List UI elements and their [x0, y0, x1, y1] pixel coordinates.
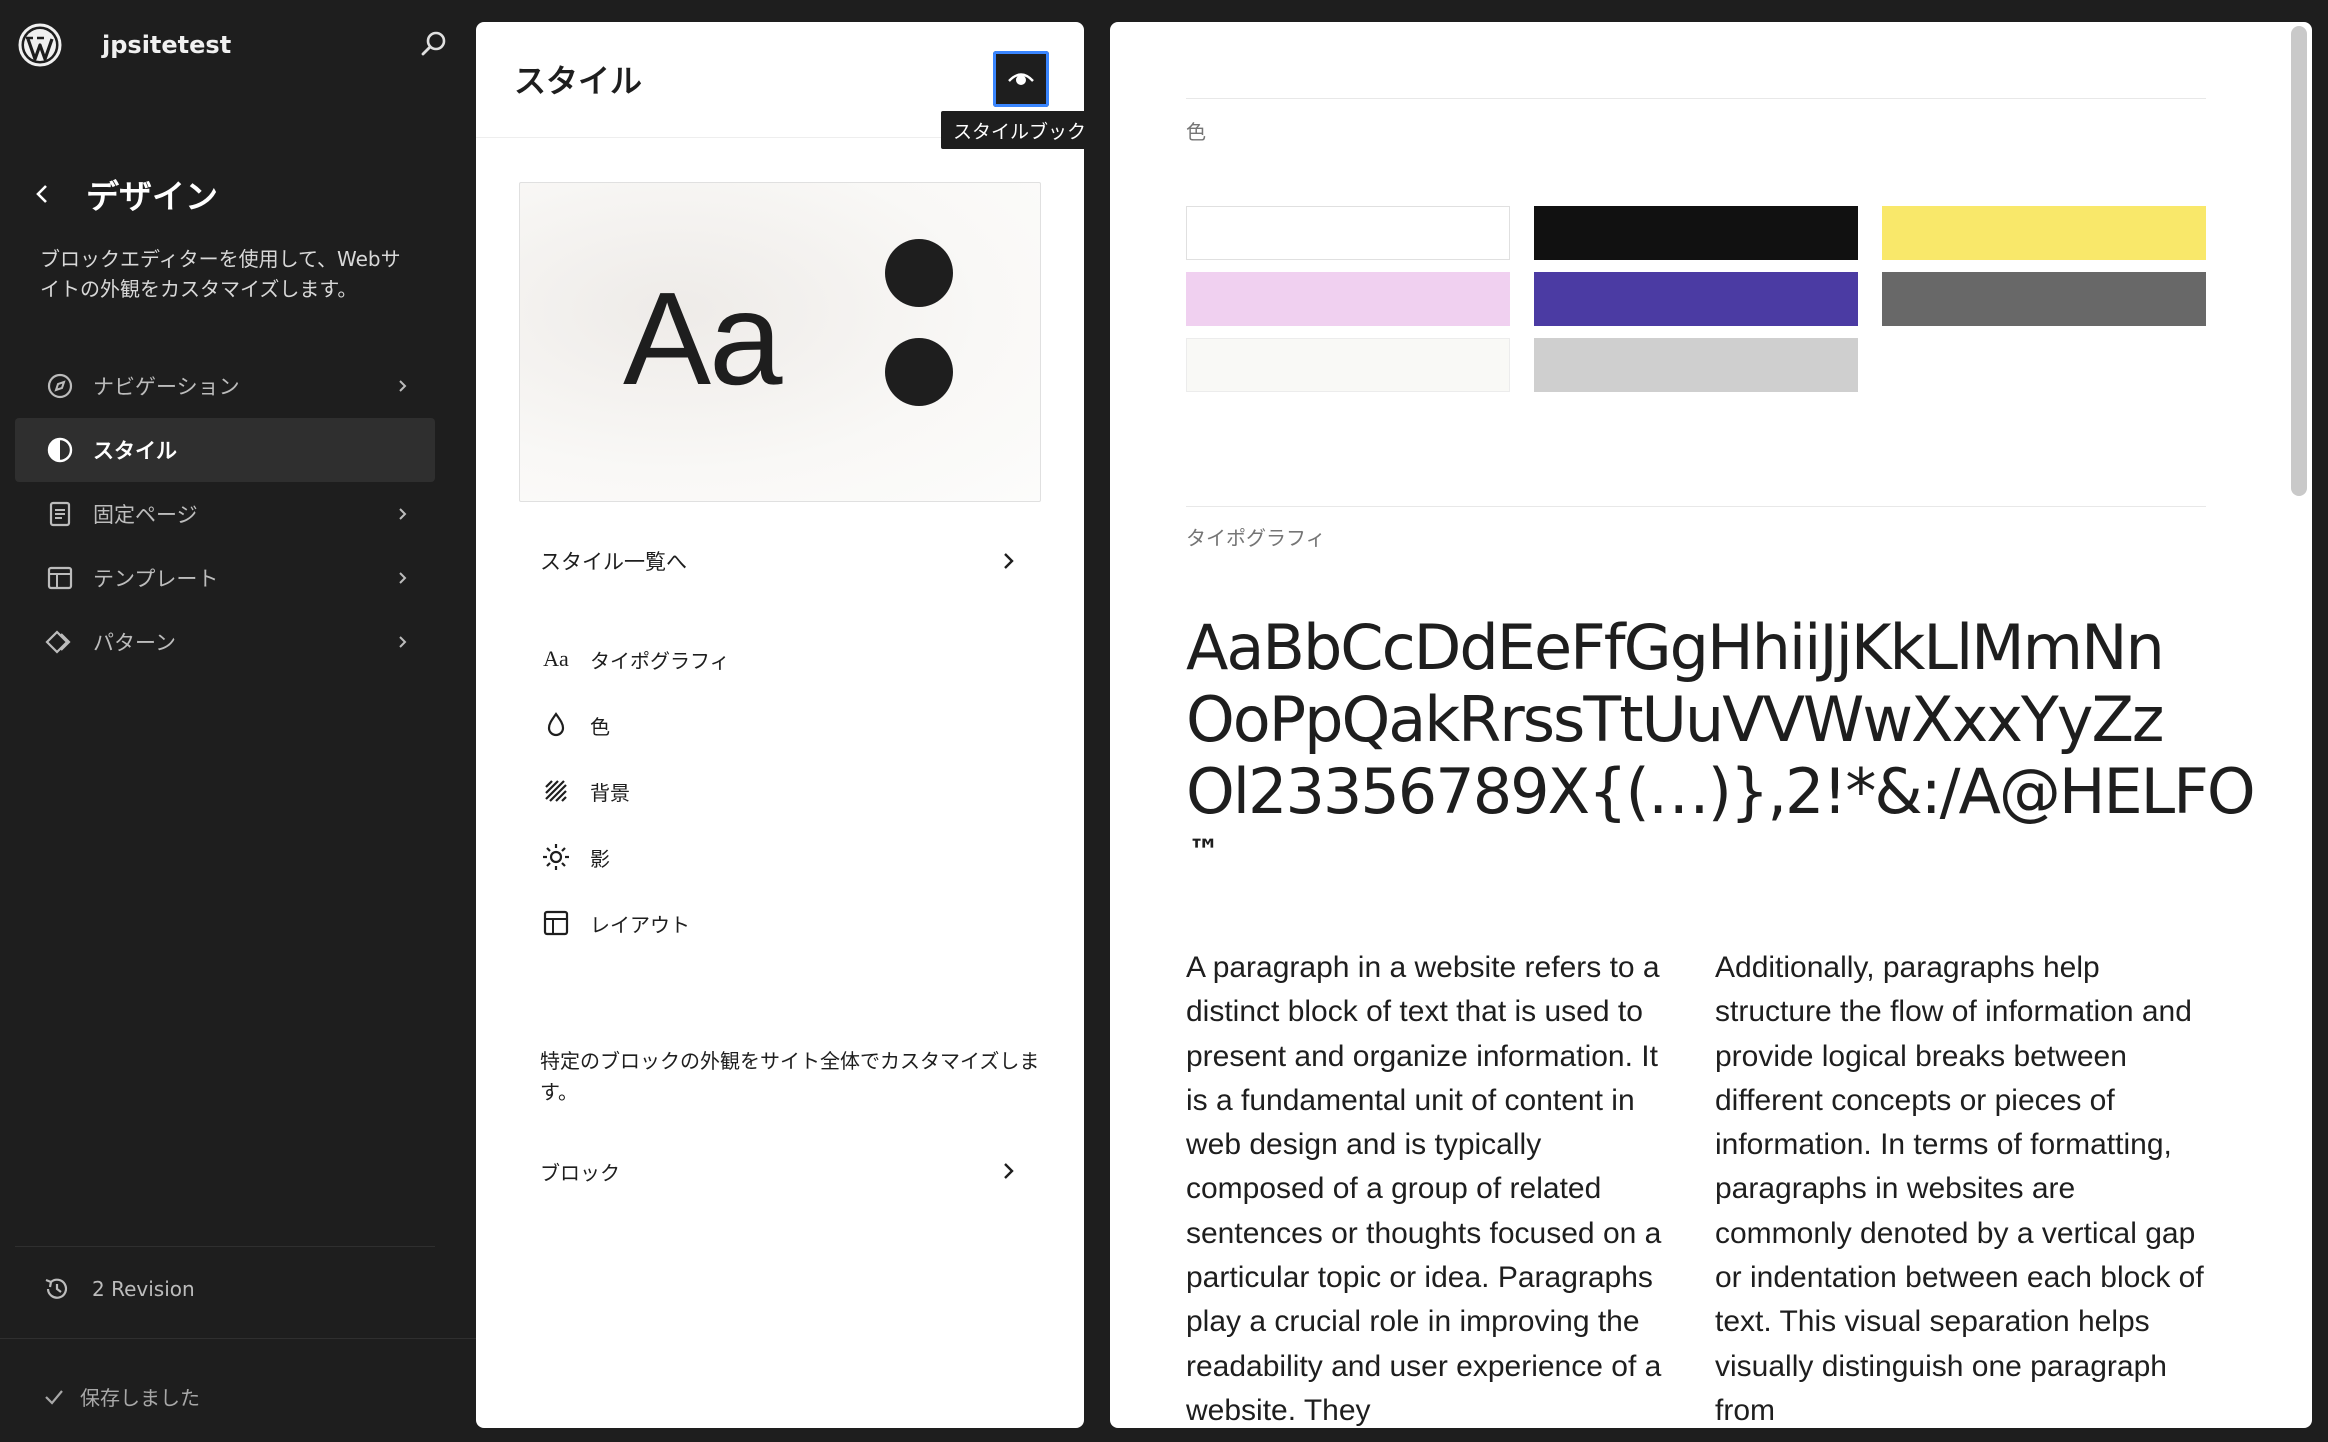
colors-section-label: 色 [1186, 120, 1206, 144]
stylebook-button[interactable] [993, 51, 1049, 107]
history-icon [45, 1278, 68, 1299]
typography-line: AaBbCcDdEeFfGgHhiiJjKkLlMmNn [1186, 611, 2165, 684]
sidebar-item-label: 固定ページ [93, 503, 198, 527]
style-book: 色 タイポグラフィ AaBbCcDdEeFfGgHhiiJjKkLlMmNn O… [1110, 22, 2312, 1428]
checkmark-icon [45, 1389, 63, 1405]
style-preview[interactable]: Aa [519, 182, 1041, 502]
color-swatch[interactable] [1882, 272, 2206, 326]
sample-paragraph: Additionally, paragraphs help structure … [1715, 951, 2204, 1427]
browse-styles-button[interactable]: スタイル一覧へ [516, 526, 1044, 596]
divider [15, 1246, 435, 1247]
blocks-label: ブロック [540, 1160, 620, 1185]
chevron-right-icon [399, 380, 407, 392]
blocks-button[interactable]: ブロック [516, 1136, 1044, 1206]
site-brand: jpsitetest [18, 22, 231, 68]
typography-icon: Aa [543, 646, 569, 671]
save-status: 保存しました [42, 1382, 200, 1411]
typography-line: OoPpQakRrssTtUuVVWwXxxYyZz [1186, 683, 2164, 756]
color-swatch[interactable] [1534, 206, 1858, 260]
trademark-glyph: ™ [1188, 832, 1220, 870]
scrollbar[interactable] [2291, 26, 2307, 496]
color-swatch[interactable] [1882, 206, 2206, 260]
sidebar-item-label: パターン [93, 631, 176, 655]
design-navigation: ナビゲーション スタイル 固定ページ テンプレート パターン [15, 354, 435, 674]
menu-item-typography[interactable]: Aa タイポグラフィ [516, 626, 1044, 692]
menu-item-label: 影 [590, 846, 610, 871]
preview-color-dot [885, 338, 953, 406]
preview-sample-text: Aa [623, 265, 782, 412]
chevron-right-icon [1004, 1163, 1014, 1179]
sidebar-item-pages[interactable]: 固定ページ [15, 482, 435, 546]
color-swatch[interactable] [1186, 338, 1510, 392]
chevron-right-icon [399, 636, 407, 648]
wordpress-logo-icon[interactable] [18, 23, 62, 67]
page-title: デザイン [86, 177, 218, 216]
menu-item-layout[interactable]: レイアウト [516, 890, 1044, 956]
preview-color-dot [885, 239, 953, 307]
panel-title: スタイル [514, 62, 643, 100]
chevron-right-icon [1004, 553, 1014, 569]
menu-item-label: 背景 [590, 780, 630, 805]
sidebar-item-styles[interactable]: スタイル [15, 418, 435, 482]
menu-item-colors[interactable]: 色 [516, 692, 1044, 758]
color-swatch[interactable] [1534, 338, 1858, 392]
layout-icon [45, 563, 75, 593]
revision-count: 2 Revision [92, 1277, 195, 1301]
color-swatch[interactable] [1534, 272, 1858, 326]
menu-item-label: タイポグラフィ [590, 648, 730, 673]
divider [0, 1338, 476, 1339]
blocks-description: 特定のブロックの外観をサイト全体でカスタマイズします。 [540, 1049, 1040, 1104]
back-button[interactable] [28, 174, 56, 214]
half-circle-icon [45, 435, 75, 465]
chevron-left-icon [36, 185, 47, 203]
search-button[interactable] [416, 26, 452, 62]
sidebar-item-label: スタイル [93, 439, 177, 463]
divider [1186, 98, 2206, 99]
sidebar-item-patterns[interactable]: パターン [15, 610, 435, 674]
typography-section-label: タイポグラフィ [1186, 526, 1326, 550]
search-icon [421, 31, 446, 56]
typography-line: Ol23356789X{(…)},2!*&:/A@HELFO [1186, 755, 2256, 828]
shadow-icon [540, 841, 572, 873]
design-header: デザイン [28, 168, 218, 220]
divider [1186, 506, 2206, 507]
eye-icon [1008, 73, 1034, 85]
color-swatch[interactable] [1186, 206, 1510, 260]
design-sidebar: jpsitetest デザイン ブロックエディターを使用して、Webサイトの外観… [0, 0, 476, 1442]
sidebar-item-label: ナビゲーション [93, 375, 240, 399]
chevron-right-icon [399, 508, 407, 520]
revisions-button[interactable]: 2 Revision [42, 1274, 195, 1304]
styles-menu: Aa タイポグラフィ 色 背景 影 レイアウト [516, 626, 1044, 956]
menu-item-label: レイアウト [590, 912, 690, 937]
site-name[interactable]: jpsitetest [102, 31, 231, 59]
background-icon [540, 775, 572, 807]
sidebar-item-templates[interactable]: テンプレート [15, 546, 435, 610]
layout-icon [540, 907, 572, 939]
color-swatch[interactable] [1186, 272, 1510, 326]
browse-styles-label: スタイル一覧へ [540, 550, 687, 574]
typography-sample: AaBbCcDdEeFfGgHhiiJjKkLlMmNn OoPpQakRrss… [1186, 611, 2256, 828]
sample-paragraph: A paragraph in a website refers to a dis… [1186, 951, 1662, 1427]
styles-panel: スタイル スタイルブック Aa スタイル一覧へ Aa タイポグラフィ 色 背景 … [476, 22, 1084, 1428]
page-icon [45, 499, 75, 529]
sidebar-item-label: テンプレート [93, 567, 219, 591]
compass-icon [45, 371, 75, 401]
droplet-icon [540, 709, 572, 741]
sidebar-item-navigation[interactable]: ナビゲーション [15, 354, 435, 418]
save-status-label: 保存しました [80, 1386, 200, 1410]
menu-item-shadows[interactable]: 影 [516, 824, 1044, 890]
stylebook-tooltip: スタイルブック [941, 111, 1084, 149]
symbol-icon [45, 627, 75, 657]
menu-item-label: 色 [590, 714, 610, 739]
menu-item-background[interactable]: 背景 [516, 758, 1044, 824]
design-description: ブロックエディターを使用して、Webサイトの外観をカスタマイズします。 [40, 247, 401, 301]
chevron-right-icon [399, 572, 407, 584]
